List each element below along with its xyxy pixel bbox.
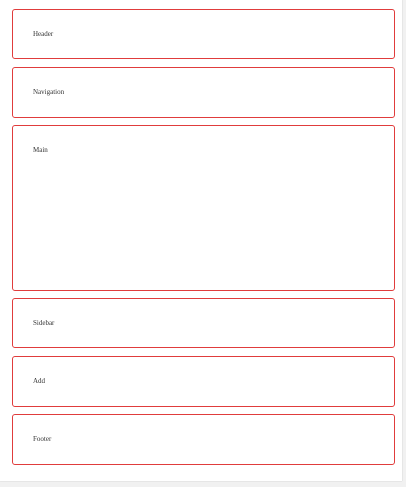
header-section: Header: [12, 9, 395, 59]
footer-label: Footer: [33, 435, 52, 443]
navigation-label: Navigation: [33, 88, 65, 96]
header-label: Header: [33, 30, 54, 38]
page-canvas: Header Navigation Main Sidebar Add Foote…: [0, 0, 402, 481]
navigation-section: Navigation: [12, 67, 395, 118]
sidebar-section: Sidebar: [12, 298, 395, 348]
main-label: Main: [33, 146, 48, 154]
add-section: Add: [12, 356, 395, 407]
sidebar-label: Sidebar: [33, 319, 55, 327]
add-label: Add: [33, 377, 46, 385]
main-section: Main: [12, 125, 395, 291]
footer-section: Footer: [12, 414, 395, 465]
